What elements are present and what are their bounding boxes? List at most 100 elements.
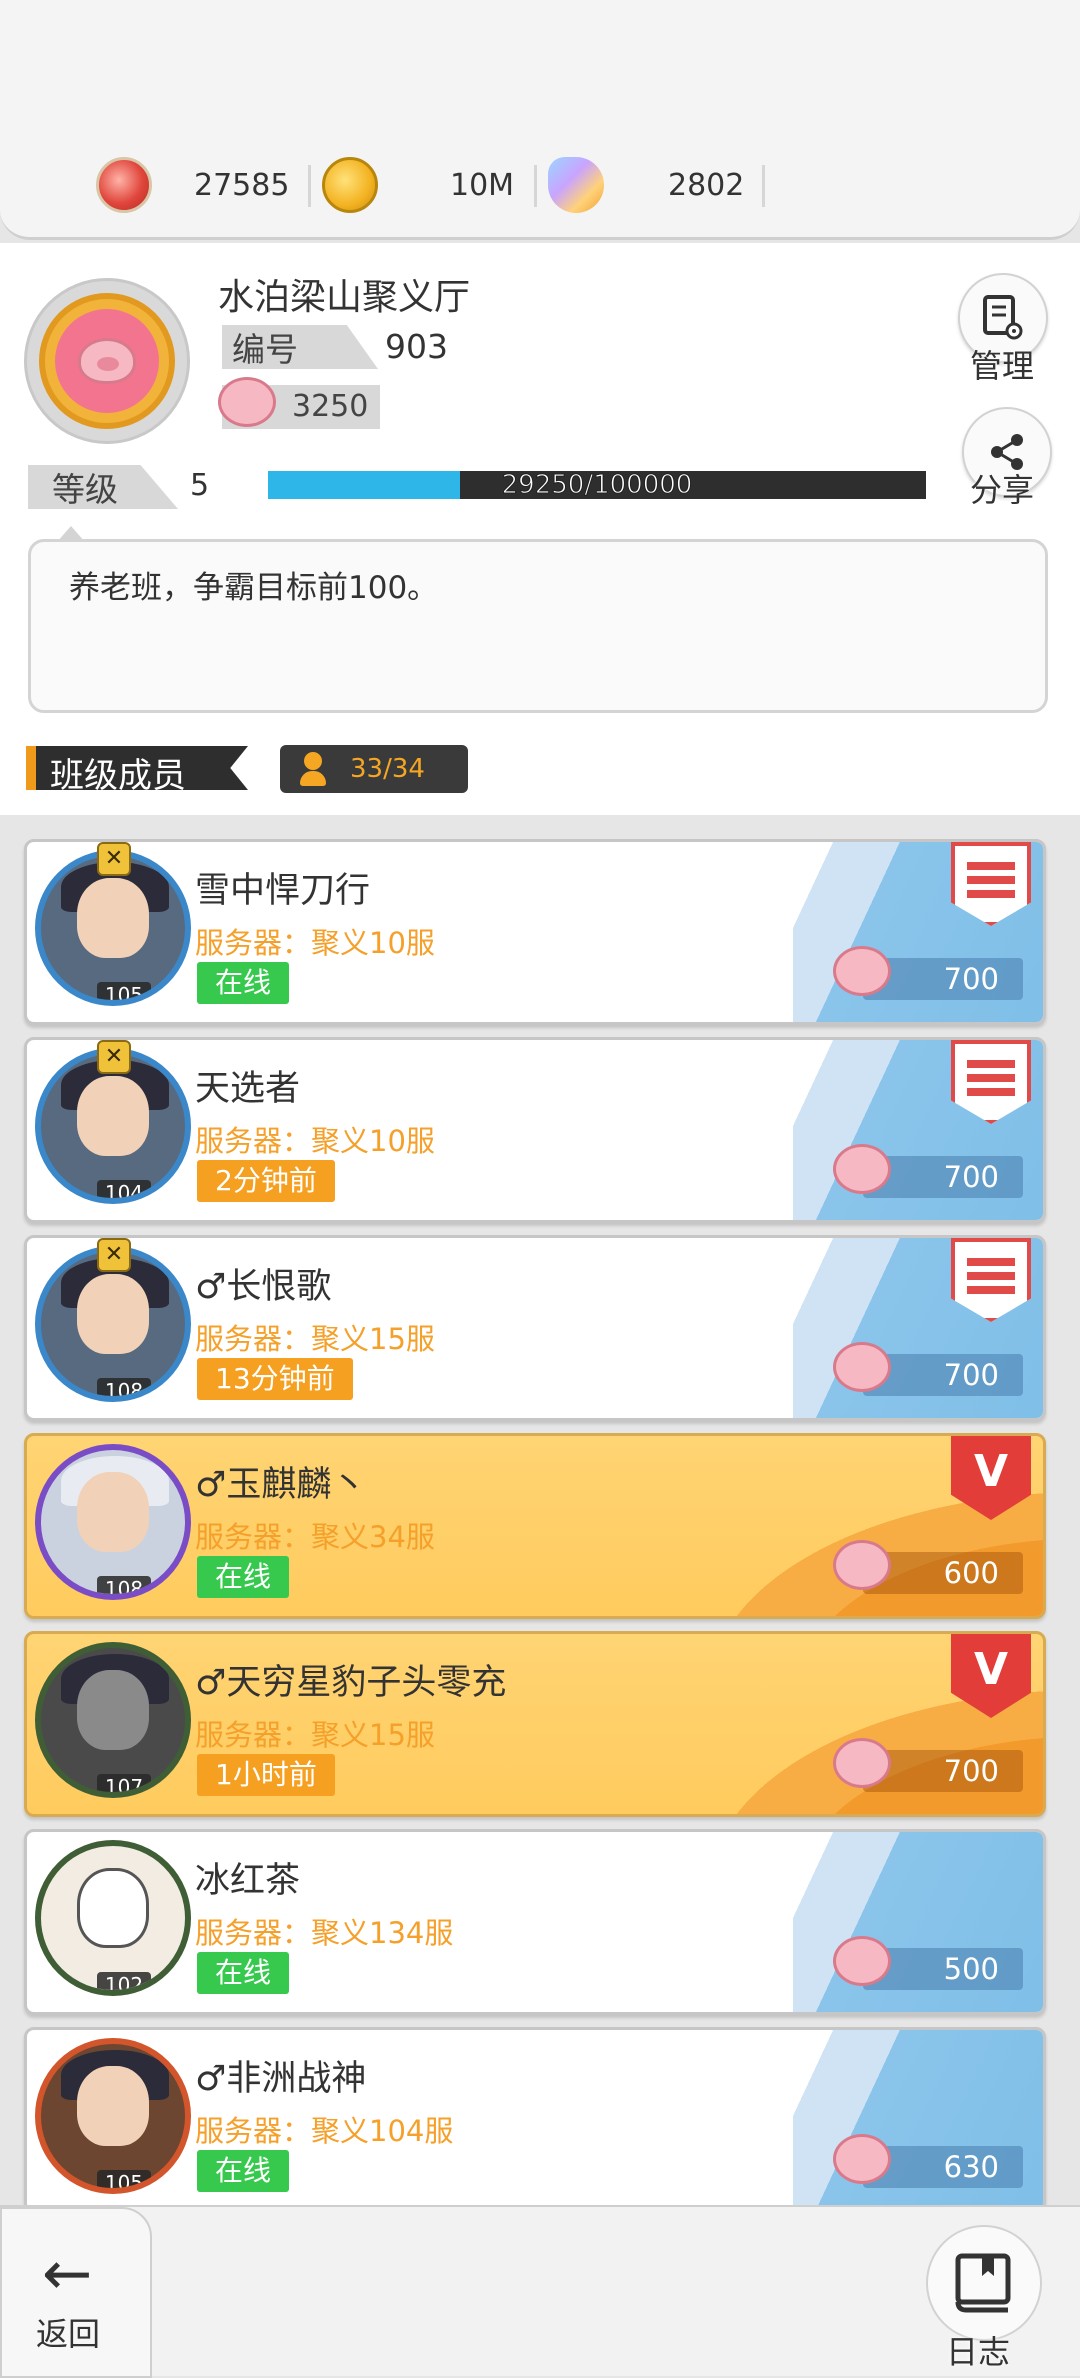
member-name: 雪中悍刀行: [195, 871, 371, 911]
pig-coin-icon: [833, 1738, 891, 1788]
guild-xp-text: 29250/100000: [501, 470, 693, 501]
member-name: 天选者: [195, 1069, 301, 1109]
guild-name: 水泊梁山聚义厅: [218, 277, 471, 318]
member-avatar[interactable]: 102: [35, 1840, 191, 1996]
guild-xp-bar: 29250/100000: [268, 470, 926, 501]
member-contribution: 630: [833, 2134, 1023, 2188]
pig-coin-icon: [833, 1936, 891, 1986]
back-label: 返回: [36, 2315, 101, 2353]
resource-gems[interactable]: 27585: [96, 155, 311, 215]
member-level: 107: [97, 1774, 151, 1792]
back-button[interactable]: ← 返回: [0, 2207, 152, 2378]
pig-coin-icon: [218, 377, 276, 427]
member-server: 服务器：聚义34服: [195, 1520, 435, 1554]
member-card[interactable]: 105 ♂非洲战神服务器：聚义104服 在线 630: [24, 2027, 1046, 2205]
member-server: 服务器：聚义104服: [195, 2114, 454, 2148]
member-status: 在线: [197, 962, 290, 1004]
member-count-value: 33/34: [350, 754, 425, 784]
share-label[interactable]: 分享: [970, 465, 1034, 511]
member-card[interactable]: 105 ✕ 雪中悍刀行服务器：聚义10服 在线 700: [24, 839, 1046, 1025]
guild-info-panel: 水泊梁山聚义厅 编号 903 3250 管理 分享 等级 5 29250/100…: [0, 243, 1080, 815]
log-label[interactable]: 日志: [946, 2327, 1010, 2373]
member-contribution-value: 700: [943, 1358, 999, 1392]
pig-coin-icon: [833, 946, 891, 996]
red-gem-icon: [96, 157, 152, 213]
divider: [308, 165, 311, 207]
pig-icon: [78, 338, 136, 384]
member-name: ♂非洲战神: [195, 2059, 367, 2099]
member-name: 冰红茶: [195, 1861, 301, 1901]
guild-id-label: 编号: [222, 325, 378, 369]
pig-coin-icon: [833, 2134, 891, 2184]
resource-bar: 27585 10M 2802: [0, 0, 1080, 240]
pig-coin-icon: [833, 1144, 891, 1194]
member-contribution-value: 700: [943, 1754, 999, 1788]
guild-notice[interactable]: 养老班，争霸目标前100。: [28, 526, 1048, 713]
log-button[interactable]: [926, 2225, 1042, 2341]
member-avatar[interactable]: 105: [35, 2038, 191, 2194]
member-card[interactable]: 108 ✕ ♂长恨歌服务器：聚义15服 13分钟前 700: [24, 1235, 1046, 1421]
member-contribution: 600: [833, 1540, 1023, 1594]
member-list[interactable]: 105 ✕ 雪中悍刀行 服务器：聚义10服 在线 700 104 ✕ 天选者 服务器：聚义10服 2…: [0, 815, 1080, 2205]
person-icon: [300, 752, 326, 786]
close-badge-icon: ✕: [97, 1238, 131, 1272]
member-card[interactable]: 104 ✕ 天选者 服务器：聚义10服 2分钟前 700: [24, 1037, 1046, 1223]
member-name: ♂天穷星豹子头零充: [195, 1663, 507, 1703]
resource-gold-value: 10M: [450, 167, 515, 203]
document-settings-icon: [983, 295, 1023, 340]
member-server: 服务器：聚义10服: [195, 926, 435, 960]
divider: [534, 165, 537, 207]
guild-level-label: 等级: [28, 465, 178, 509]
member-avatar[interactable]: 108: [35, 1444, 191, 1600]
member-level: 105: [97, 2170, 151, 2188]
resource-crystal[interactable]: 2802: [548, 155, 765, 215]
member-contribution-value: 600: [943, 1556, 999, 1590]
member-contribution: 700: [833, 1144, 1023, 1198]
member-contribution-value: 500: [943, 1952, 999, 1986]
member-level: 102: [97, 1972, 151, 1990]
member-contribution-value: 700: [943, 962, 999, 996]
member-status: 13分钟前: [197, 1358, 353, 1400]
member-status: 1小时前: [197, 1754, 335, 1796]
member-level: 108: [97, 1378, 151, 1396]
member-contribution: 700: [833, 946, 1023, 1000]
member-server: 服务器：聚义10服: [195, 1124, 435, 1158]
member-card[interactable]: 102 冰红茶服务器：聚义134服 在线 500: [24, 1829, 1046, 2015]
back-arrow-icon: ←: [42, 2239, 93, 2309]
member-status: 在线: [197, 2150, 290, 2192]
pig-coin-icon: [833, 1342, 891, 1392]
divider: [762, 165, 765, 207]
bottom-bar: ← 返回 日志: [0, 2205, 1080, 2378]
member-server: 服务器：聚义15服: [195, 1322, 435, 1356]
member-level: 108: [97, 1576, 151, 1594]
guild-coins: 3250: [218, 377, 380, 429]
book-icon: [955, 2253, 1011, 2313]
crystal-bell-icon: [548, 157, 604, 213]
member-contribution-value: 700: [943, 1160, 999, 1194]
member-count: 33/34: [280, 745, 468, 793]
member-server: 服务器：聚义134服: [195, 1916, 454, 1950]
member-card[interactable]: 108 ♂玉麒麟丶 服务器：聚义34服 在线 V 600: [24, 1433, 1046, 1619]
resource-gold[interactable]: 10M: [322, 155, 537, 215]
member-avatar[interactable]: 107: [35, 1642, 191, 1798]
member-status: 2分钟前: [197, 1160, 335, 1202]
member-level: 104: [97, 1180, 151, 1198]
resource-crystal-value: 2802: [668, 167, 745, 203]
member-card[interactable]: 107 ♂天穷星豹子头零充 服务器：聚义15服 1小时前 V 700: [24, 1631, 1046, 1817]
guild-emblem: [24, 278, 190, 444]
member-level: 105: [97, 982, 151, 1000]
manage-label[interactable]: 管理: [970, 341, 1034, 387]
member-status: 在线: [197, 1556, 290, 1598]
member-name: ♂玉麒麟丶: [195, 1465, 367, 1505]
guild-notice-text: 养老班，争霸目标前100。: [69, 570, 439, 606]
member-contribution-value: 630: [943, 2150, 999, 2184]
member-name: ♂长恨歌: [195, 1267, 332, 1307]
members-section-title: 班级成员: [26, 746, 248, 790]
close-badge-icon: ✕: [97, 842, 131, 876]
member-server: 服务器：聚义15服: [195, 1718, 435, 1752]
member-contribution: 700: [833, 1738, 1023, 1792]
pig-coin-icon: [833, 1540, 891, 1590]
member-status: 在线: [197, 1952, 290, 1994]
guild-level-value: 5: [190, 468, 210, 503]
member-contribution: 500: [833, 1936, 1023, 1990]
